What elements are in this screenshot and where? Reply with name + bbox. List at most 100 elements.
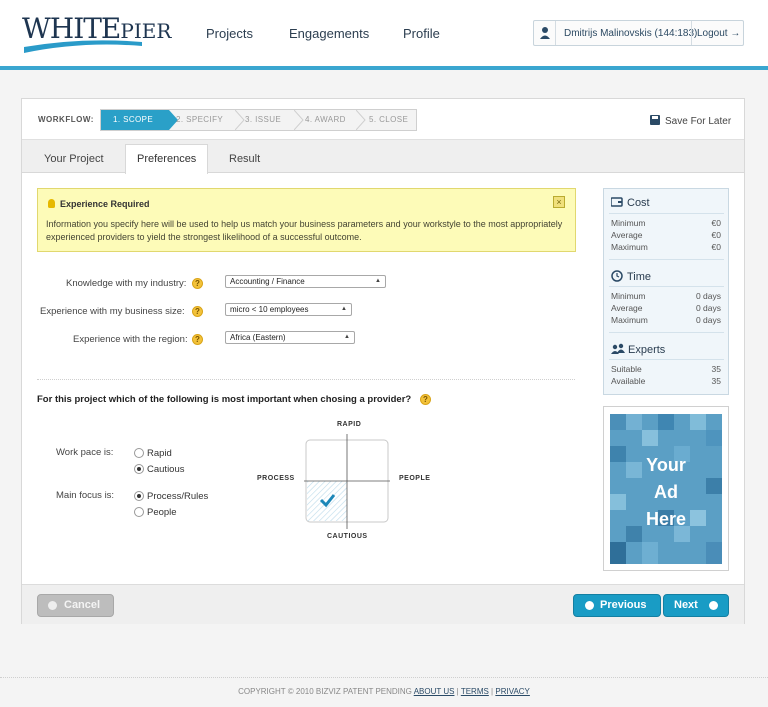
help-icon[interactable]: ?: [192, 306, 203, 317]
divider: [691, 21, 692, 45]
divider: [609, 332, 724, 333]
workflow-step-specify[interactable]: 2. SPECIFY: [176, 110, 242, 130]
help-icon[interactable]: ?: [192, 334, 203, 345]
about-us-link[interactable]: ABOUT US: [414, 687, 455, 696]
radio-rapid-label: Rapid: [147, 448, 172, 459]
time-row-average: Average 0 days: [611, 303, 721, 313]
stat-label: Average: [611, 303, 643, 313]
radio-people-label: People: [147, 507, 177, 518]
nav-engagements[interactable]: Engagements: [289, 26, 369, 41]
stat-label: Available: [611, 376, 646, 386]
stat-value: 0 days: [695, 303, 721, 313]
radio-rapid[interactable]: [134, 448, 144, 458]
matrix-label-top: RAPID: [337, 421, 362, 428]
help-icon[interactable]: ?: [192, 278, 203, 289]
time-heading: Time: [611, 270, 651, 283]
stat-label: Minimum: [611, 218, 646, 228]
tabs-bar: Your Project Preferences Result: [22, 140, 744, 174]
industry-select[interactable]: Accounting / Finance ▲: [225, 275, 386, 288]
chevron-down-icon: ▲: [341, 306, 347, 312]
industry-value: Accounting / Finance: [230, 277, 305, 286]
nav-profile[interactable]: Profile: [403, 26, 440, 41]
tab-result[interactable]: Result: [229, 153, 260, 165]
ad-line-1: Your: [646, 455, 686, 475]
previous-button[interactable]: Previous: [573, 594, 661, 617]
ad-text: Your Ad Here: [610, 452, 722, 533]
logout-link[interactable]: Logout →: [697, 28, 740, 39]
clock-icon: [611, 270, 623, 282]
cost-row-average: Average €0: [611, 230, 721, 240]
region-select[interactable]: Africa (Eastern) ▲: [225, 331, 355, 344]
header-accent-line: [0, 66, 768, 70]
stat-value: 35: [711, 376, 721, 386]
stat-label: Maximum: [611, 315, 648, 325]
nav-projects[interactable]: Projects: [206, 26, 253, 41]
ad-line-3: Here: [645, 509, 687, 529]
save-icon: [650, 115, 660, 125]
stat-label: Minimum: [611, 291, 646, 301]
workflow-label: WORKFLOW:: [38, 115, 94, 124]
radio-process-rules-label: Process/Rules: [147, 491, 209, 502]
workflow-step-close[interactable]: 5. CLOSE: [369, 110, 417, 130]
workflow-step-scope[interactable]: 1. SCOPE: [101, 110, 169, 130]
stat-value: €0: [711, 242, 721, 252]
business-size-label: Experience with my business size:: [40, 306, 185, 317]
experts-row-available: Available 35: [611, 376, 721, 386]
workflow-steps: 1. SCOPE 2. SPECIFY 3. ISSUE 4. AWARD 5.…: [100, 109, 417, 131]
cancel-button[interactable]: Cancel: [37, 594, 114, 617]
stat-value: 0 days: [695, 315, 721, 325]
time-row-maximum: Maximum 0 days: [611, 315, 721, 325]
time-title: Time: [627, 271, 652, 283]
experience-alert: Experience Required Information you spec…: [37, 188, 576, 252]
divider: [609, 286, 724, 287]
tab-your-project[interactable]: Your Project: [44, 153, 104, 165]
radio-cautious[interactable]: [134, 464, 144, 474]
save-for-later-button[interactable]: Save For Later: [650, 115, 731, 127]
terms-link[interactable]: TERMS: [461, 687, 489, 696]
arrow-left-icon: [585, 601, 594, 610]
business-size-select[interactable]: micro < 10 employees ▲: [225, 303, 352, 316]
help-icon[interactable]: ?: [420, 394, 431, 405]
main-focus-label: Main focus is:: [56, 490, 115, 501]
experts-title: Experts: [628, 344, 666, 356]
user-name[interactable]: Dmitrijs Malinovskis (144:183): [564, 28, 697, 39]
provider-question: For this project which of the following …: [37, 394, 411, 405]
wallet-icon: [610, 197, 623, 207]
matrix-label-right: PEOPLE: [399, 475, 431, 482]
user-box: Dmitrijs Malinovskis (144:183) Logout →: [533, 20, 744, 46]
workflow-step-award[interactable]: 4. AWARD: [305, 110, 361, 130]
radio-process-rules[interactable]: [134, 491, 144, 501]
workflow-step-issue[interactable]: 3. ISSUE: [245, 110, 301, 130]
alert-title: Experience Required: [48, 199, 150, 209]
chevron-down-icon: ▲: [344, 334, 350, 340]
previous-label: Previous: [600, 599, 647, 611]
next-button[interactable]: Next: [663, 594, 729, 617]
save-for-later-label: Save For Later: [665, 116, 732, 127]
stats-panel: Cost Minimum €0 Average €0 Maximum €0 Time …: [603, 188, 729, 395]
logo-wordmark: WHITEPIER: [22, 12, 172, 45]
matrix-label-left: PROCESS: [257, 475, 295, 482]
cost-row-minimum: Minimum €0: [611, 218, 721, 228]
pace-focus-matrix[interactable]: [304, 434, 390, 529]
close-icon[interactable]: ×: [553, 196, 565, 208]
card-footer: Cancel Previous Next: [22, 584, 744, 624]
privacy-link[interactable]: PRIVACY: [495, 687, 530, 696]
next-label: Next: [674, 599, 698, 611]
divider: [609, 259, 724, 260]
chevron-right-icon: [235, 110, 245, 130]
radio-cautious-label: Cautious: [147, 464, 185, 475]
close-circle-icon: [48, 601, 57, 610]
time-row-minimum: Minimum 0 days: [611, 291, 721, 301]
radio-people[interactable]: [134, 507, 144, 517]
work-pace-label: Work pace is:: [56, 447, 114, 458]
site-header: WHITEPIER Projects Engagements Profile D…: [0, 0, 768, 66]
tab-preferences[interactable]: Preferences: [125, 144, 209, 174]
section-divider: [37, 379, 575, 380]
alert-text: Information you specify here will be use…: [46, 219, 563, 242]
ad-line-2: Ad: [654, 482, 678, 502]
provider-question-text: For this project which of the following …: [37, 394, 412, 405]
whitepier-logo[interactable]: WHITEPIER: [22, 12, 171, 54]
ad-banner[interactable]: Your Ad Here: [603, 406, 729, 571]
ad-image: Your Ad Here: [610, 414, 722, 564]
chevron-right-icon: [294, 110, 304, 130]
